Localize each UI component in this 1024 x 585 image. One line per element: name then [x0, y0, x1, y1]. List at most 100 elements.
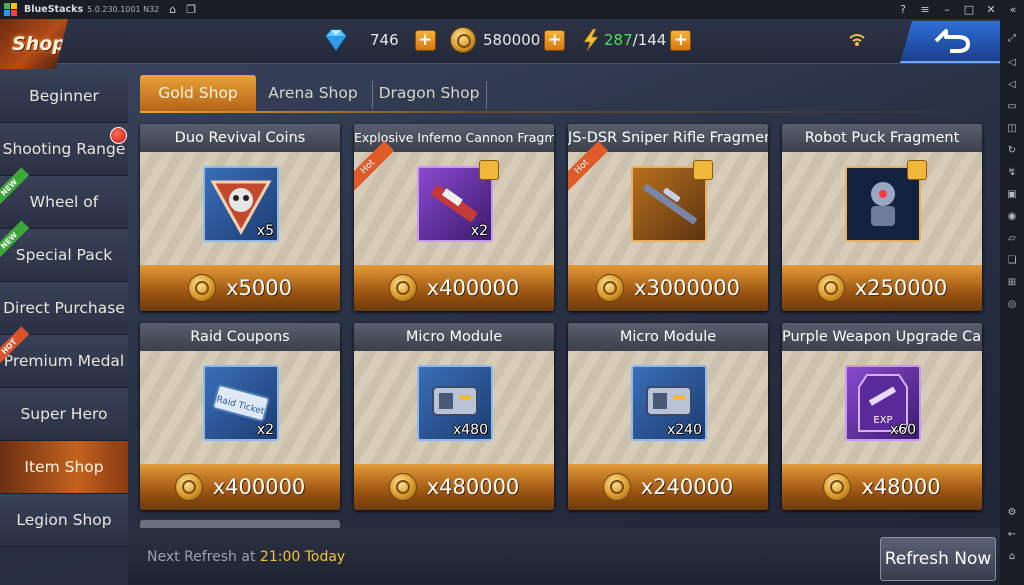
item-title: Micro Module [354, 323, 554, 351]
tab-gold-shop[interactable]: Gold Shop [140, 75, 256, 111]
keyboard-icon[interactable]: ▭ [1006, 101, 1018, 113]
settings-icon[interactable]: ⚙ [1006, 507, 1018, 519]
record-icon[interactable]: ◉ [1006, 211, 1018, 223]
diamond-resource: 746 + [322, 28, 436, 52]
item-icon-frame: x5 [203, 166, 279, 242]
diamond-count: 746 [370, 31, 399, 49]
energy-resource: 287 /144 + [582, 28, 692, 52]
shop-item-card[interactable]: Raid Coupons Raid Ticket x2 x400000 [140, 323, 340, 510]
item-body: Raid Ticket x2 [140, 351, 340, 464]
tab-divider [486, 81, 487, 109]
gamepad-icon[interactable]: ◫ [1006, 123, 1018, 135]
shop-item-card[interactable]: Explosive Inferno Cannon Fragment Hot x2… [354, 124, 554, 311]
layers-icon[interactable]: ❏ [1006, 255, 1018, 267]
item-title: Raid Coupons [140, 323, 340, 351]
sidebar-item-premium-medal[interactable]: HOT Premium Medal [0, 326, 128, 388]
sidebar-item-super-hero[interactable]: Super Hero [0, 388, 128, 441]
item-price-button[interactable]: x240000 [568, 464, 768, 510]
folder-icon[interactable]: ▱ [1006, 233, 1018, 245]
tab-divider [372, 81, 373, 109]
shop-item-card[interactable]: Micro Module x480 x480000 [354, 323, 554, 510]
volume-up-icon[interactable]: ◁ [1006, 57, 1018, 69]
macro-icon[interactable]: ⊞ [1006, 277, 1018, 289]
item-title: Robot Puck Fragment [782, 124, 982, 152]
lightning-icon [583, 28, 599, 52]
energy-current: 287 [604, 31, 633, 49]
item-price: x480000 [426, 475, 520, 499]
tab-dragon-shop[interactable]: Dragon Shop [376, 75, 482, 111]
home-icon[interactable]: ⌂ [169, 3, 176, 16]
item-icon-frame: x2 [417, 160, 499, 242]
shake-icon[interactable]: ↯ [1006, 167, 1018, 179]
shop-item-card[interactable]: Duo Revival Coins x5 x5000 [140, 124, 340, 311]
rotate-icon[interactable]: ↻ [1006, 145, 1018, 157]
add-gold-button[interactable]: + [544, 29, 566, 51]
sidebar-item-label: Super Hero [20, 405, 108, 423]
item-title: Micro Module [568, 323, 768, 351]
gold-coin-icon [450, 27, 476, 53]
fullscreen-icon[interactable]: ⤢ [1006, 33, 1018, 45]
window-version: 5.0.230.1001 N32 [87, 5, 160, 14]
maximize-icon[interactable]: □ [958, 3, 980, 16]
volume-down-icon[interactable]: ◁ [1006, 79, 1018, 91]
screenshot-icon[interactable]: ▣ [1006, 189, 1018, 201]
item-body: EXP x60 [782, 351, 982, 464]
item-quantity: x2 [470, 223, 488, 239]
sidebar-item-label: Direct Purchase [3, 299, 125, 317]
wifi-signal-icon [849, 34, 865, 46]
energy-max: /144 [632, 31, 667, 49]
sidebar-item-item-shop[interactable]: Item Shop [0, 441, 128, 494]
shop-category-sidebar: Beginner Special Shooting Range NEW Whee… [0, 70, 128, 585]
refresh-time: 21:00 Today [259, 549, 346, 565]
gold-resource: 580000 + [450, 27, 566, 53]
item-body: x480 [354, 351, 554, 464]
sidebar-item-beginner-special[interactable]: Beginner Special [0, 70, 128, 157]
item-price-button[interactable]: x400000 [354, 265, 554, 311]
window-titlebar: BlueStacks 5.0.230.1001 N32 ⌂ ❐ ? ≡ – □ … [0, 0, 1024, 19]
gold-coin-icon [602, 473, 631, 501]
shop-item-card[interactable]: Robot Puck Fragment x250000 [782, 124, 982, 311]
tab-underline [140, 111, 994, 113]
item-title: Purple Weapon Upgrade Card [782, 323, 982, 351]
shop-item-card[interactable]: JS-DSR Sniper Rifle Fragment Hot x300000… [568, 124, 768, 311]
window-title: BlueStacks [24, 4, 84, 15]
item-price-button[interactable]: x250000 [782, 265, 982, 311]
refresh-now-button[interactable]: Refresh Now [880, 537, 996, 581]
shop-logo: Shop [0, 19, 68, 69]
fragment-puzzle-icon [479, 160, 499, 180]
item-icon-frame: EXP x60 [845, 365, 921, 441]
expand-icon[interactable]: « [1002, 3, 1024, 16]
item-body: Hot x2 [354, 140, 554, 265]
item-icon-frame: Raid Ticket x2 [203, 365, 279, 441]
item-price-button[interactable]: x400000 [140, 464, 340, 510]
sidebar-item-legion-shop[interactable]: Legion Shop [0, 494, 128, 547]
add-energy-button[interactable]: + [670, 29, 692, 51]
item-body [782, 152, 982, 265]
item-quantity: x5 [256, 223, 274, 239]
item-price-button[interactable]: x5000 [140, 265, 340, 311]
multi-instance-icon[interactable]: ❐ [186, 3, 196, 16]
menu-icon[interactable]: ≡ [914, 3, 936, 16]
sidebar-item-label: Premium Medal [3, 352, 125, 370]
item-price-button[interactable]: x48000 [782, 464, 982, 510]
gold-coin-icon [388, 274, 417, 302]
back-arrow-icon[interactable]: ← [1006, 529, 1018, 541]
gold-coin-icon [174, 473, 203, 501]
tab-arena-shop[interactable]: Arena Shop [260, 75, 366, 111]
notification-dot [110, 127, 127, 144]
help-icon[interactable]: ? [892, 3, 914, 16]
add-diamonds-button[interactable]: + [414, 29, 436, 51]
shop-item-card[interactable]: Purple Weapon Upgrade Card EXP x60 x4800… [782, 323, 982, 510]
minimize-icon[interactable]: – [936, 3, 958, 16]
gold-coin-icon [816, 274, 845, 302]
item-quantity: x2 [256, 422, 274, 438]
item-price-button[interactable]: x480000 [354, 464, 554, 510]
back-button[interactable] [900, 21, 1000, 63]
item-price-button[interactable]: x3000000 [568, 265, 768, 311]
android-home-icon[interactable]: ⌂ [1006, 551, 1018, 563]
close-icon[interactable]: ✕ [980, 3, 1002, 16]
sidebar-item-label: Shooting Range [2, 140, 126, 158]
shop-item-card[interactable]: Micro Module x240 x240000 [568, 323, 768, 510]
eco-mode-icon[interactable]: ◎ [1006, 299, 1018, 311]
sidebar-item-special-pack[interactable]: NEW Special Pack [0, 220, 128, 282]
